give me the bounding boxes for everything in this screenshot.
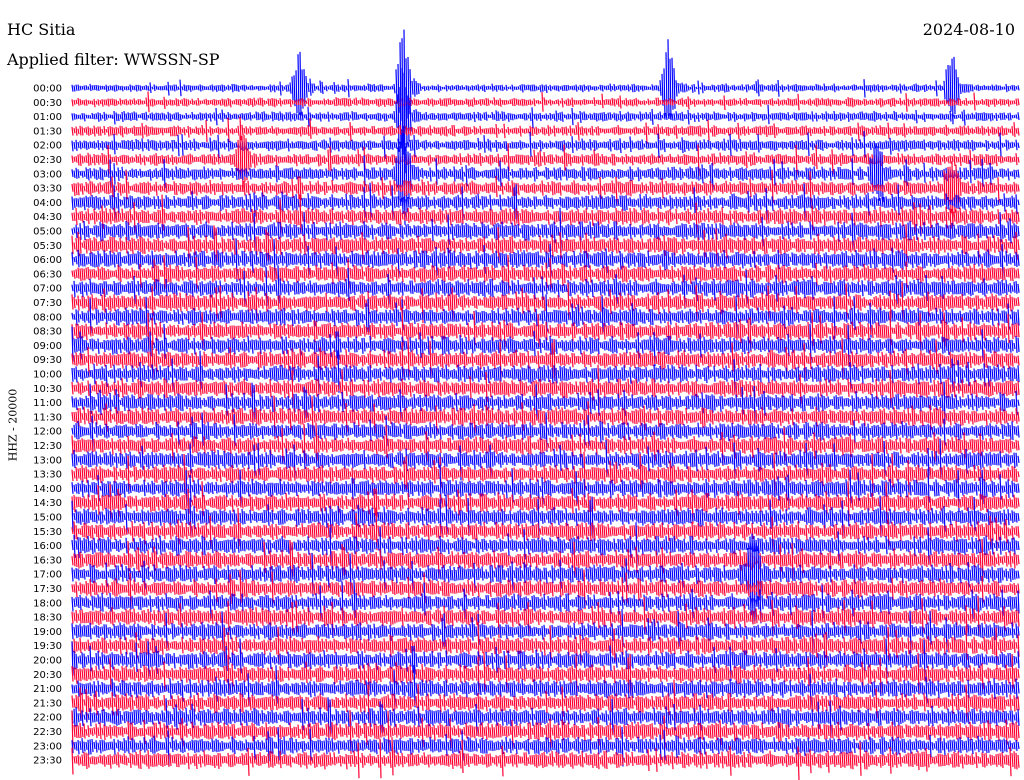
time-tick-0030: 00:30 <box>33 98 62 109</box>
seismogram-page: HC Sitia 2024-08-10 Applied filter: WWSS… <box>0 0 1024 780</box>
time-tick-0130: 01:30 <box>33 126 62 137</box>
time-tick-1700: 17:00 <box>33 570 62 581</box>
trace-group <box>71 29 1020 780</box>
time-tick-0430: 04:30 <box>33 212 62 223</box>
time-tick-0400: 04:00 <box>33 198 62 209</box>
helicorder-plot: 00:00 00:30 01:00 01:30 02:00 02:30 03:00 03:30… <box>33 29 1020 780</box>
time-tick-2300: 23:00 <box>33 741 62 752</box>
time-tick-2200: 22:00 <box>33 713 62 724</box>
time-tick-0800: 08:00 <box>33 312 62 323</box>
time-tick-0930: 09:30 <box>33 355 62 366</box>
time-tick-1200: 12:00 <box>33 427 62 438</box>
time-tick-1030: 10:30 <box>33 384 62 395</box>
time-tick-labels: 00:00 00:30 01:00 01:30 02:00 02:30 03:00 03:30… <box>33 84 62 767</box>
time-tick-1100: 11:00 <box>33 398 62 409</box>
time-tick-1330: 13:30 <box>33 470 62 481</box>
time-tick-1900: 19:00 <box>33 627 62 638</box>
time-tick-0600: 06:00 <box>33 255 62 266</box>
time-tick-1830: 18:30 <box>33 613 62 624</box>
time-tick-2000: 20:00 <box>33 656 62 667</box>
time-tick-2230: 22:30 <box>33 727 62 738</box>
time-tick-0100: 01:00 <box>33 112 62 123</box>
trace-0030 <box>71 91 1020 113</box>
time-tick-0700: 07:00 <box>33 284 62 295</box>
time-tick-1730: 17:30 <box>33 584 62 595</box>
time-tick-1430: 14:30 <box>33 498 62 509</box>
time-tick-1930: 19:30 <box>33 641 62 652</box>
time-tick-2330: 23:30 <box>33 756 62 767</box>
time-tick-1600: 16:00 <box>33 541 62 552</box>
time-tick-1130: 11:30 <box>33 412 62 423</box>
time-tick-0730: 07:30 <box>33 298 62 309</box>
time-tick-0300: 03:00 <box>33 169 62 180</box>
time-tick-0830: 08:30 <box>33 327 62 338</box>
time-tick-0000: 00:00 <box>33 84 62 95</box>
time-tick-1230: 12:30 <box>33 441 62 452</box>
time-tick-0530: 05:30 <box>33 241 62 252</box>
time-tick-1400: 14:00 <box>33 484 62 495</box>
time-tick-1000: 10:00 <box>33 370 62 381</box>
time-tick-0200: 02:00 <box>33 141 62 152</box>
time-tick-2130: 21:30 <box>33 698 62 709</box>
time-tick-1630: 16:30 <box>33 555 62 566</box>
time-tick-0230: 02:30 <box>33 155 62 166</box>
time-tick-1300: 13:00 <box>33 455 62 466</box>
time-tick-2030: 20:30 <box>33 670 62 681</box>
trace-0130 <box>71 116 1020 144</box>
time-tick-0900: 09:00 <box>33 341 62 352</box>
trace-0000 <box>71 29 1020 144</box>
time-tick-0500: 05:00 <box>33 227 62 238</box>
time-tick-2100: 21:00 <box>33 684 62 695</box>
time-tick-0330: 03:30 <box>33 184 62 195</box>
time-tick-1530: 15:30 <box>33 527 62 538</box>
time-tick-1800: 18:00 <box>33 598 62 609</box>
time-tick-0630: 06:30 <box>33 269 62 280</box>
time-tick-1500: 15:00 <box>33 513 62 524</box>
